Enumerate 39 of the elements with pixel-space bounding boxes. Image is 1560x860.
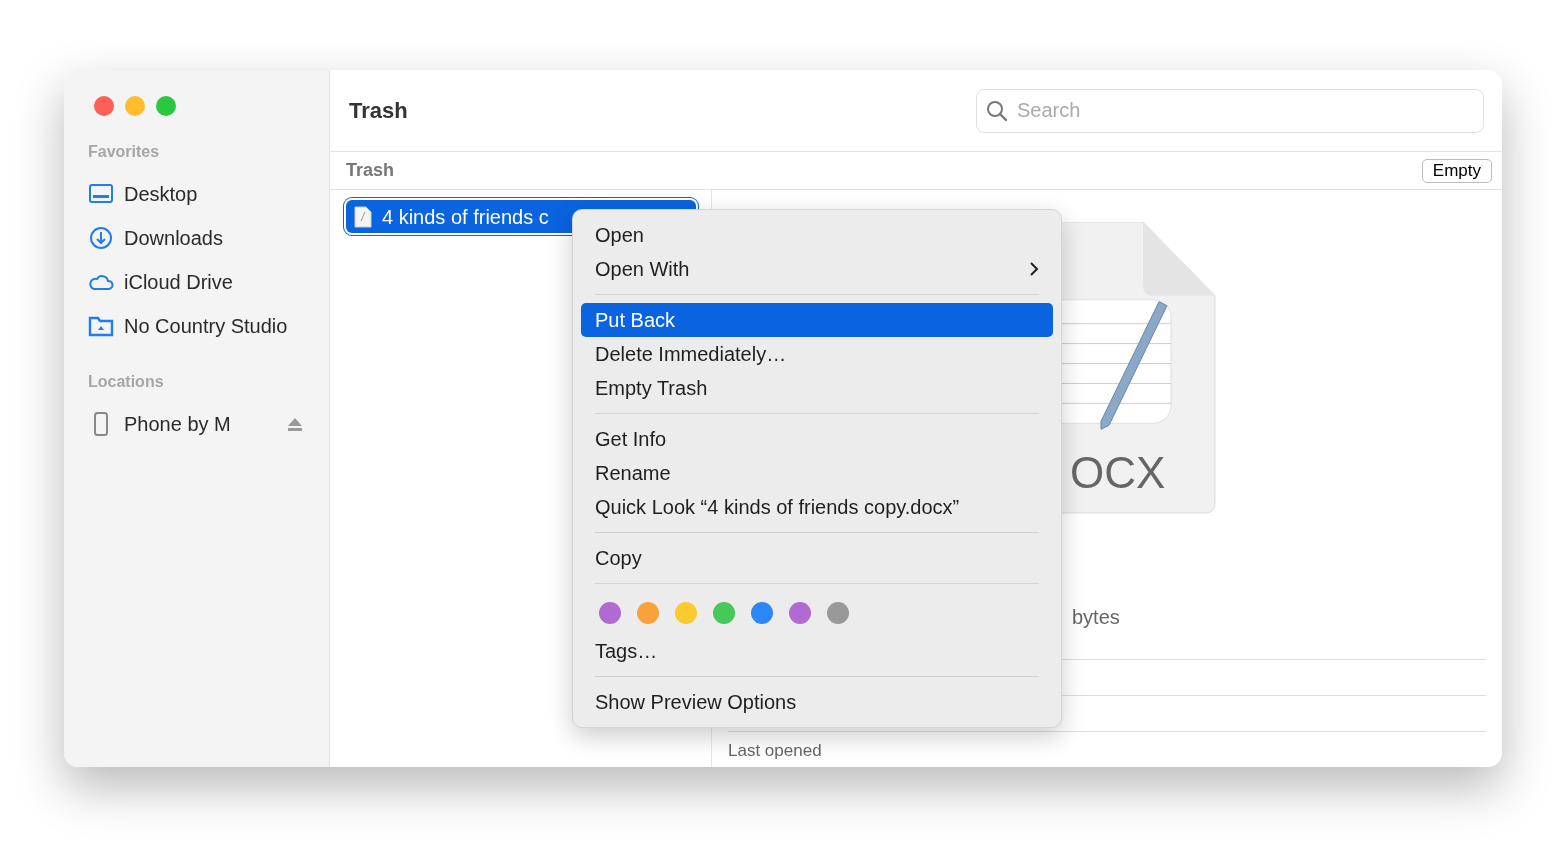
search-icon (986, 99, 1008, 122)
menu-item[interactable]: Get Info (581, 422, 1053, 456)
sidebar-item[interactable]: Downloads (88, 216, 329, 260)
tag-color-dot[interactable] (751, 602, 773, 624)
close-button[interactable] (94, 96, 114, 116)
minimize-button[interactable] (125, 96, 145, 116)
eject-icon[interactable] (287, 416, 303, 432)
sidebar-item[interactable]: No Country Studio (88, 304, 329, 348)
menu-item[interactable]: Show Preview Options (581, 685, 1053, 719)
tag-color-dot[interactable] (713, 602, 735, 624)
tag-color-dot[interactable] (789, 602, 811, 624)
file-type-label: OCX (1070, 447, 1166, 499)
info-label: Last opened (728, 741, 822, 760)
window-title: Trash (349, 97, 408, 125)
tag-color-dot[interactable] (827, 602, 849, 624)
menu-item[interactable]: Empty Trash (581, 371, 1053, 405)
empty-button[interactable]: Empty (1421, 158, 1492, 183)
menu-item[interactable]: Delete Immediately… (581, 337, 1053, 371)
menu-item[interactable]: Copy (581, 541, 1053, 575)
sidebar-item[interactable]: Phone by M (88, 402, 329, 446)
tag-color-dot[interactable] (637, 602, 659, 624)
tag-color-dot[interactable] (675, 602, 697, 624)
section-heading: Favorites (88, 142, 161, 162)
chevron-right-icon (1029, 261, 1039, 277)
menu-item[interactable]: Put Back (581, 303, 1053, 337)
menu-item[interactable]: Tags… (581, 634, 1053, 668)
sidebar-item[interactable]: iCloud Drive (88, 260, 329, 304)
search-field[interactable]: Search (976, 88, 1484, 133)
section-heading: Locations (88, 372, 165, 392)
download-icon (88, 225, 114, 251)
menu-item[interactable]: Rename (581, 456, 1053, 490)
menu-item[interactable]: Quick Look “4 kinds of friends copy.docx” (581, 490, 1053, 524)
menu-item[interactable]: Open With (581, 252, 1053, 286)
zoom-button[interactable] (156, 96, 176, 116)
file-size: bytes (1072, 605, 1120, 630)
sidebar-item[interactable]: Desktop (88, 172, 329, 216)
path-label: Trash (346, 159, 395, 182)
tag-color-dot[interactable] (599, 602, 621, 624)
document-icon (354, 205, 372, 228)
